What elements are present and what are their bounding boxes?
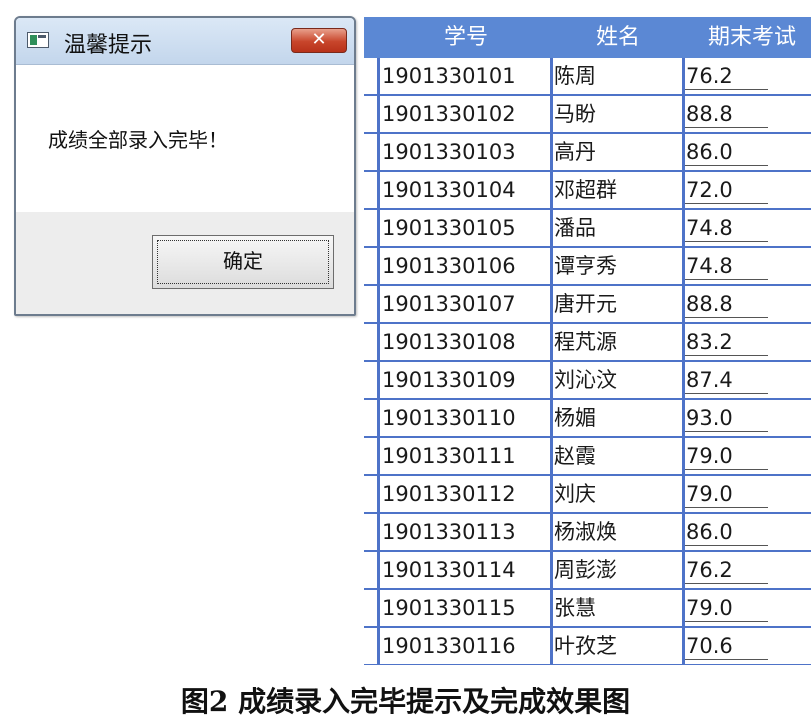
cell-name[interactable]: 陈周 bbox=[552, 58, 682, 94]
message-dialog: 温馨提示 ✕ 成绩全部录入完毕！ 确定 bbox=[14, 16, 356, 316]
cell-student-id[interactable]: 1901330113 bbox=[380, 514, 552, 550]
cell-student-id[interactable]: 1901330105 bbox=[380, 210, 552, 246]
cell-student-id[interactable]: 1901330112 bbox=[380, 476, 552, 512]
column-header-final-exam[interactable]: 期末考试 bbox=[686, 17, 811, 58]
cell-student-id[interactable]: 1901330114 bbox=[380, 552, 552, 588]
cell-name[interactable]: 邓超群 bbox=[552, 172, 682, 208]
grid-header: 学号 姓名 期末考试 bbox=[364, 17, 811, 58]
cell-student-id[interactable]: 1901330103 bbox=[380, 134, 552, 170]
cell-name[interactable]: 张慧 bbox=[552, 590, 682, 626]
score-underline bbox=[684, 583, 768, 584]
dialog-button-area: 确定 bbox=[16, 212, 354, 314]
cell-name[interactable]: 杨媚 bbox=[552, 400, 682, 436]
score-underline bbox=[684, 469, 768, 470]
cell-student-id[interactable]: 1901330102 bbox=[380, 96, 552, 132]
score-grid: 学号 姓名 期末考试 1901330101 陈周 76.2 1901330102 马盼 8… bbox=[364, 17, 811, 665]
table-row[interactable]: 1901330112 刘庆 79.0 bbox=[364, 476, 811, 514]
dialog-title: 温馨提示 bbox=[64, 33, 153, 58]
score-underline bbox=[684, 545, 768, 546]
app-window-icon bbox=[27, 32, 49, 48]
table-row[interactable]: 1901330114 周彭澎 76.2 bbox=[364, 552, 811, 590]
table-row[interactable]: 1901330113 杨淑焕 86.0 bbox=[364, 514, 811, 552]
table-row[interactable]: 1901330109 刘沁汶 87.4 bbox=[364, 362, 811, 400]
score-underline bbox=[684, 431, 768, 432]
close-button[interactable]: ✕ bbox=[291, 28, 347, 53]
grid-column-divider bbox=[377, 58, 380, 665]
cell-name[interactable]: 唐开元 bbox=[552, 286, 682, 322]
score-underline bbox=[684, 241, 768, 242]
cell-name[interactable]: 谭亨秀 bbox=[552, 248, 682, 284]
cell-student-id[interactable]: 1901330109 bbox=[380, 362, 552, 398]
score-underline bbox=[684, 203, 768, 204]
cell-name[interactable]: 刘沁汶 bbox=[552, 362, 682, 398]
table-row[interactable]: 1901330107 唐开元 88.8 bbox=[364, 286, 811, 324]
table-row[interactable]: 1901330116 叶孜芝 70.6 bbox=[364, 628, 811, 665]
table-row[interactable]: 1901330111 赵霞 79.0 bbox=[364, 438, 811, 476]
cell-name[interactable]: 杨淑焕 bbox=[552, 514, 682, 550]
table-row[interactable]: 1901330101 陈周 76.2 bbox=[364, 58, 811, 96]
figure-caption: 图2 成绩录入完毕提示及完成效果图 bbox=[180, 685, 631, 718]
cell-student-id[interactable]: 1901330108 bbox=[380, 324, 552, 360]
table-row[interactable]: 1901330103 高丹 86.0 bbox=[364, 134, 811, 172]
column-header-name[interactable]: 姓名 bbox=[554, 17, 682, 58]
dialog-message: 成绩全部录入完毕！ bbox=[48, 128, 228, 152]
cell-student-id[interactable]: 1901330104 bbox=[380, 172, 552, 208]
cell-student-id[interactable]: 1901330111 bbox=[380, 438, 552, 474]
cell-name[interactable]: 叶孜芝 bbox=[552, 628, 682, 664]
score-underline bbox=[684, 621, 768, 622]
cell-name[interactable]: 程芃源 bbox=[552, 324, 682, 360]
cell-name[interactable]: 潘品 bbox=[552, 210, 682, 246]
cell-name[interactable]: 马盼 bbox=[552, 96, 682, 132]
dialog-titlebar[interactable]: 温馨提示 ✕ bbox=[16, 18, 354, 65]
score-underline bbox=[684, 279, 768, 280]
cell-student-id[interactable]: 1901330116 bbox=[380, 628, 552, 664]
table-row[interactable]: 1901330104 邓超群 72.0 bbox=[364, 172, 811, 210]
cell-student-id[interactable]: 1901330106 bbox=[380, 248, 552, 284]
grid-column-divider bbox=[682, 58, 685, 665]
score-underline bbox=[684, 393, 768, 394]
cell-student-id[interactable]: 1901330110 bbox=[380, 400, 552, 436]
score-underline bbox=[684, 89, 768, 90]
cell-student-id[interactable]: 1901330101 bbox=[380, 58, 552, 94]
score-underline bbox=[684, 507, 768, 508]
table-row[interactable]: 1901330115 张慧 79.0 bbox=[364, 590, 811, 628]
score-underline bbox=[684, 317, 768, 318]
cell-student-id[interactable]: 1901330107 bbox=[380, 286, 552, 322]
grid-column-divider bbox=[550, 58, 553, 665]
score-underline bbox=[684, 127, 768, 128]
grid-rows: 1901330101 陈周 76.2 1901330102 马盼 88.8 19013301… bbox=[364, 58, 811, 665]
table-row[interactable]: 1901330110 杨媚 93.0 bbox=[364, 400, 811, 438]
table-row[interactable]: 1901330108 程芃源 83.2 bbox=[364, 324, 811, 362]
table-row[interactable]: 1901330106 谭亨秀 74.8 bbox=[364, 248, 811, 286]
column-header-student-id[interactable]: 学号 bbox=[380, 17, 552, 58]
cell-student-id[interactable]: 1901330115 bbox=[380, 590, 552, 626]
score-underline bbox=[684, 355, 768, 356]
score-underline bbox=[684, 165, 768, 166]
table-row[interactable]: 1901330102 马盼 88.8 bbox=[364, 96, 811, 134]
cell-name[interactable]: 刘庆 bbox=[552, 476, 682, 512]
ok-button[interactable]: 确定 bbox=[152, 235, 334, 289]
table-row[interactable]: 1901330105 潘品 74.8 bbox=[364, 210, 811, 248]
cell-name[interactable]: 赵霞 bbox=[552, 438, 682, 474]
score-underline bbox=[684, 659, 768, 660]
cell-name[interactable]: 高丹 bbox=[552, 134, 682, 170]
cell-name[interactable]: 周彭澎 bbox=[552, 552, 682, 588]
